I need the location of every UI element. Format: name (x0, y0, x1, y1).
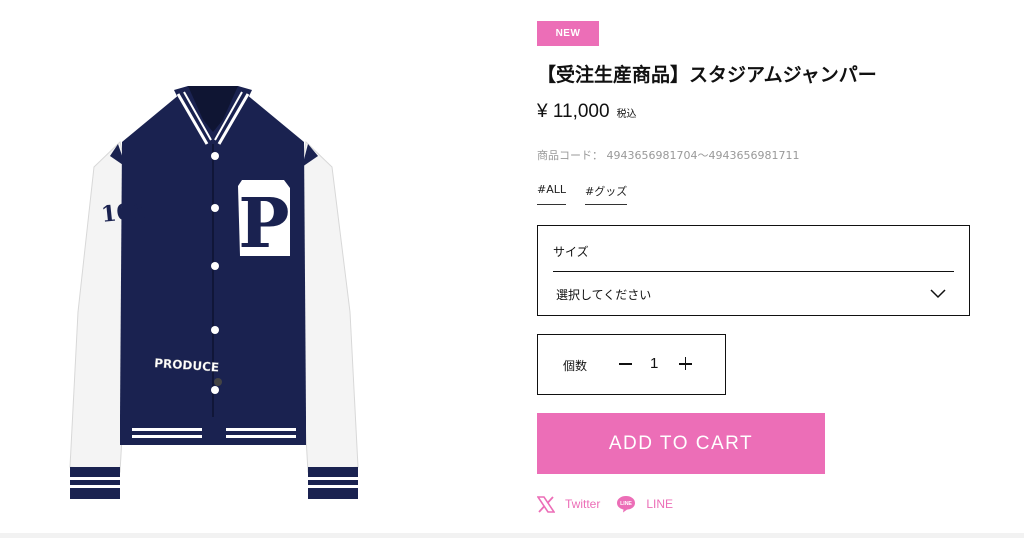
quantity-value: 1 (650, 355, 659, 372)
line-icon-text: LINE (620, 501, 632, 507)
share-twitter-link[interactable]: Twitter (537, 495, 601, 513)
product-gallery: P 101 PRODUCE (0, 0, 440, 538)
line-logo-icon: LINE (617, 496, 636, 513)
share-line-link[interactable]: LINE LINE (616, 494, 673, 514)
chevron-down-icon[interactable] (929, 286, 947, 300)
product-info: NEW 【受注生産商品】スタジアムジャンパー ¥ 11,000 税込 商品コード… (537, 0, 977, 538)
add-to-cart-button[interactable]: ADD TO CART (537, 413, 825, 474)
tax-label: 税込 (616, 109, 637, 120)
tag-goods[interactable]: #グッズ (585, 183, 628, 205)
product-code: 商品コード： 4943656981704〜4943656981711 (537, 147, 799, 163)
size-select[interactable]: 選択してください (556, 286, 651, 303)
chest-letter-patch: P (238, 184, 289, 264)
share-links: Twitter LINE LINE (537, 494, 689, 514)
price: ¥ 11,000 税込 (537, 101, 637, 123)
sleeve-number: 101 (100, 197, 148, 228)
line-label: LINE (646, 497, 674, 511)
page-bottom-border (0, 533, 1024, 538)
product-image: P 101 PRODUCE (69, 86, 359, 499)
x-logo-icon (537, 495, 555, 513)
quantity-stepper: 個数 1 (537, 334, 726, 395)
twitter-label: Twitter (565, 497, 601, 511)
product-code-value: 4943656981704〜4943656981711 (606, 149, 800, 162)
tag-all[interactable]: #ALL (537, 183, 566, 205)
quantity-label: 個数 (563, 359, 588, 373)
plus-icon[interactable] (678, 353, 694, 375)
size-divider (553, 271, 954, 272)
size-selector: サイズ 選択してください (537, 225, 970, 316)
size-label: サイズ (553, 245, 589, 259)
product-title: 【受注生産商品】スタジアムジャンパー (537, 64, 877, 86)
minus-icon[interactable] (618, 353, 634, 375)
new-badge: NEW (537, 21, 599, 46)
price-amount: ¥ 11,000 (537, 101, 610, 122)
product-code-label: 商品コード： (537, 149, 603, 162)
tag-list: #ALL #グッズ (537, 183, 628, 205)
